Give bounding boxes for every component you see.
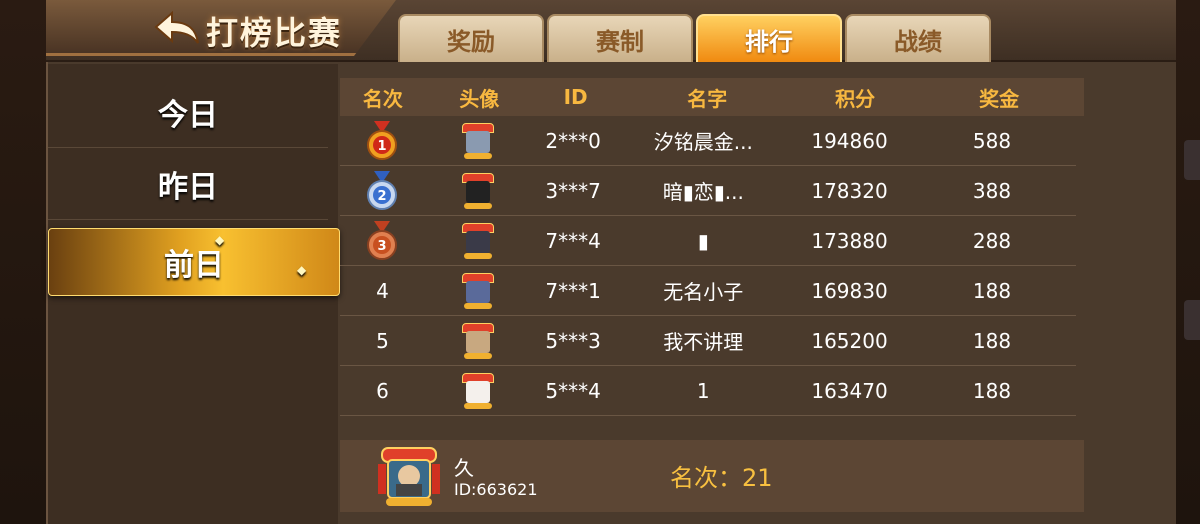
player-rank: 5 bbox=[376, 328, 389, 353]
player-id: 5***3 bbox=[545, 328, 601, 353]
player-id: 2***0 bbox=[545, 128, 601, 153]
player-score: 163470 bbox=[811, 378, 888, 403]
my-name: 久 bbox=[454, 456, 474, 480]
back-arrow-icon[interactable] bbox=[150, 8, 204, 48]
avatar-cell bbox=[425, 172, 531, 209]
rank-cell: 3 bbox=[340, 220, 425, 261]
avatar[interactable] bbox=[460, 222, 496, 259]
player-score: 178320 bbox=[811, 178, 888, 203]
my-avatar[interactable] bbox=[374, 442, 444, 510]
player-id: 5***4 bbox=[545, 378, 601, 403]
sidebar-item-yesterday[interactable]: 昨日 bbox=[48, 148, 328, 220]
my-rank: 名次：21 bbox=[670, 464, 773, 492]
player-name: 无名小子 bbox=[663, 280, 744, 304]
col-score: 积分 bbox=[835, 86, 876, 111]
table-header: 名次 头像 ID 名字 积分 奖金 bbox=[340, 78, 1084, 116]
player-id: 7***1 bbox=[545, 278, 601, 303]
player-score: 173880 bbox=[811, 228, 888, 253]
player-score: 169830 bbox=[811, 278, 888, 303]
avatar-cell bbox=[425, 222, 531, 259]
sparkle-icon: ◆ bbox=[297, 263, 307, 277]
player-name: 1 bbox=[696, 378, 710, 403]
avatar[interactable] bbox=[460, 172, 496, 209]
col-name: 名字 bbox=[687, 86, 728, 111]
player-prize: 388 bbox=[972, 178, 1012, 203]
player-prize: 188 bbox=[972, 278, 1012, 303]
svg-text:1: 1 bbox=[378, 139, 387, 154]
edge-decoration bbox=[1184, 140, 1200, 180]
col-prize: 奖金 bbox=[979, 86, 1020, 111]
rank-cell: 2 bbox=[340, 170, 425, 211]
silver-medal-icon: 2 bbox=[367, 170, 398, 210]
tab-rules[interactable]: 赛制 bbox=[547, 14, 693, 62]
ranking-table: 名次 头像 ID 名字 积分 奖金 1 2***0 汐铭晨金... 194860… bbox=[340, 78, 1084, 418]
player-name: ▮ bbox=[697, 228, 709, 253]
tab-record[interactable]: 战绩 bbox=[845, 14, 991, 62]
table-row[interactable]: 1 2***0 汐铭晨金... 194860 588 bbox=[340, 116, 1076, 166]
svg-text:2: 2 bbox=[378, 189, 387, 204]
player-rank: 6 bbox=[376, 378, 389, 403]
sidebar-item-day-before[interactable]: 前日 ◆ ◆ bbox=[48, 228, 340, 296]
table-row[interactable]: 5 5***3 我不讲理 165200 188 bbox=[340, 316, 1076, 366]
gold-medal-icon: 1 bbox=[367, 120, 398, 160]
avatar-cell bbox=[425, 372, 531, 409]
page-title: 打榜比赛 bbox=[206, 14, 343, 52]
col-rank: 名次 bbox=[362, 86, 403, 111]
my-ranking-bar: 久 ID:663621 名次：21 bbox=[340, 440, 1084, 512]
player-score: 194860 bbox=[811, 128, 888, 153]
table-row[interactable]: 2 3***7 暗▮恋▮... 178320 388 bbox=[340, 166, 1076, 216]
rank-cell: 1 bbox=[340, 120, 425, 161]
avatar-cell bbox=[425, 272, 531, 309]
avatar[interactable] bbox=[460, 322, 496, 359]
col-avatar: 头像 bbox=[459, 86, 500, 111]
player-name: 暗▮恋▮... bbox=[662, 180, 744, 204]
player-name: 我不讲理 bbox=[663, 330, 744, 354]
table-row[interactable]: 6 5***4 1 163470 188 bbox=[340, 366, 1076, 416]
tab-ranking[interactable]: 排行 bbox=[696, 14, 842, 62]
avatar[interactable] bbox=[460, 122, 496, 159]
avatar[interactable] bbox=[460, 272, 496, 309]
avatar-cell bbox=[425, 322, 531, 359]
col-id: ID bbox=[563, 85, 588, 109]
player-score: 165200 bbox=[811, 328, 888, 353]
my-id: ID:663621 bbox=[454, 480, 538, 499]
sparkle-icon: ◆ bbox=[215, 233, 225, 247]
svg-text:3: 3 bbox=[378, 239, 387, 254]
avatar-cell bbox=[425, 122, 531, 159]
bronze-medal-icon: 3 bbox=[367, 220, 398, 260]
player-rank: 4 bbox=[376, 278, 389, 303]
table-row[interactable]: 3 7***4 ▮ 173880 288 bbox=[340, 216, 1076, 266]
player-prize: 188 bbox=[972, 328, 1012, 353]
table-row[interactable]: 4 7***1 无名小子 169830 188 bbox=[340, 266, 1076, 316]
player-prize: 188 bbox=[972, 378, 1012, 403]
edge-decoration bbox=[1184, 300, 1200, 340]
sidebar-item-today[interactable]: 今日 bbox=[48, 76, 328, 148]
player-id: 3***7 bbox=[545, 178, 601, 203]
avatar[interactable] bbox=[460, 372, 496, 409]
player-name: 汐铭晨金... bbox=[653, 130, 753, 154]
player-prize: 288 bbox=[972, 228, 1012, 253]
player-prize: 588 bbox=[972, 128, 1012, 153]
player-id: 7***4 bbox=[545, 228, 601, 253]
tab-reward[interactable]: 奖励 bbox=[398, 14, 544, 62]
